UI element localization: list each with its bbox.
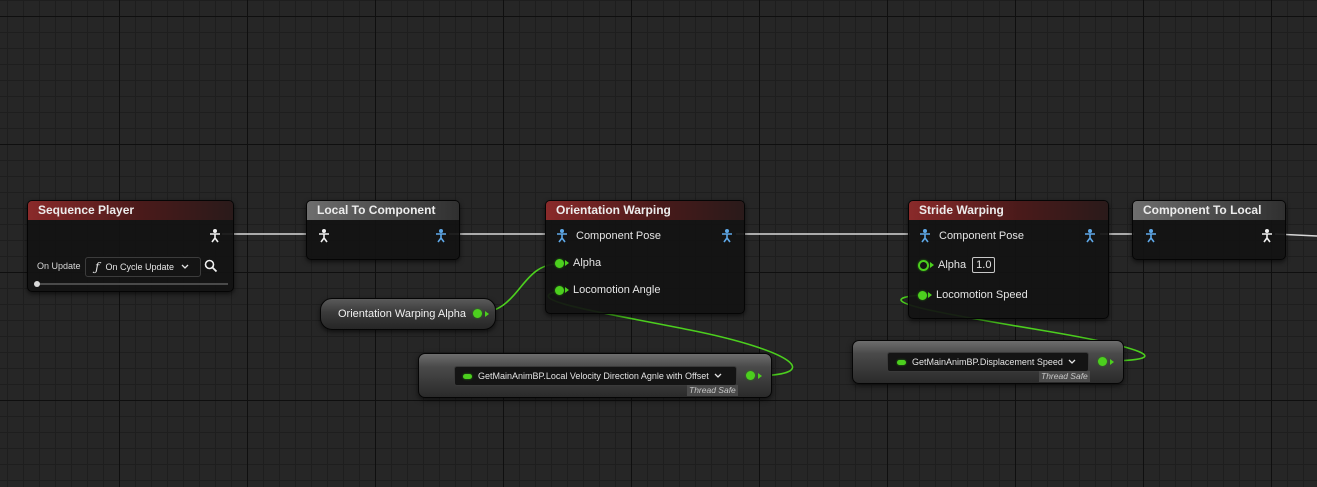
- chevron-down-icon: [1068, 357, 1076, 367]
- pose-input-pin-icon[interactable]: [318, 229, 332, 243]
- pin-label: Alpha: [938, 259, 967, 271]
- component-pose-pin-icon: [919, 229, 933, 243]
- sequence-player-node[interactable]: Sequence Player On Update ƒ On Cycle Upd…: [27, 200, 234, 292]
- function-selector-dropdown[interactable]: GetMainAnimBP.Displacement Speed: [887, 352, 1089, 372]
- orientation-warping-alpha-variable-node[interactable]: Orientation Warping Alpha: [320, 298, 496, 330]
- get-displacement-speed-function-node[interactable]: GetMainAnimBP.Displacement Speed Thread …: [852, 340, 1124, 384]
- on-update-value: On Cycle Update: [105, 262, 174, 272]
- get-velocity-direction-function-node[interactable]: GetMainAnimBP.Local Velocity Direction A…: [418, 353, 772, 398]
- component-to-local-node[interactable]: Component To Local: [1132, 200, 1286, 260]
- function-icon: ƒ: [95, 260, 100, 274]
- on-update-label: On Update: [37, 261, 81, 271]
- chevron-down-icon: [714, 371, 722, 381]
- slider-handle[interactable]: [34, 281, 40, 287]
- component-pose-pin-icon: [556, 229, 570, 243]
- node-title: Local To Component: [307, 201, 459, 220]
- playback-slider[interactable]: [34, 281, 228, 287]
- function-pin-icon: [897, 359, 906, 365]
- float-pin-icon: [555, 285, 564, 295]
- alpha-value-input[interactable]: 1.0: [972, 257, 996, 273]
- component-pose-output-pin-icon[interactable]: [435, 229, 449, 243]
- node-title: Sequence Player: [28, 201, 233, 220]
- float-pin-icon: [918, 290, 927, 300]
- component-pose-input-pin[interactable]: Component Pose: [919, 227, 1024, 245]
- pose-output-pin-icon[interactable]: [209, 229, 223, 243]
- pin-arrow-icon: [485, 311, 489, 317]
- component-pose-output-pin-icon[interactable]: [721, 229, 735, 243]
- function-label: GetMainAnimBP.Displacement Speed: [912, 357, 1063, 367]
- function-label: GetMainAnimBP.Local Velocity Direction A…: [478, 371, 709, 381]
- alpha-input-pin[interactable]: Alpha: [555, 254, 601, 272]
- pin-arrow-icon: [565, 260, 569, 266]
- stride-warping-node[interactable]: Stride Warping Component Pose Alpha 1.0 …: [908, 200, 1109, 319]
- component-pose-output-pin-icon[interactable]: [1084, 229, 1098, 243]
- function-selector-dropdown[interactable]: GetMainAnimBP.Local Velocity Direction A…: [454, 366, 737, 386]
- float-output-pin-icon[interactable]: [1098, 357, 1107, 366]
- float-pin-hollow-icon: [918, 259, 929, 271]
- locomotion-angle-input-pin[interactable]: Locomotion Angle: [555, 281, 660, 299]
- orientation-warping-node[interactable]: Orientation Warping Component Pose Alpha…: [545, 200, 745, 314]
- variable-label: Orientation Warping Alpha: [338, 308, 466, 320]
- pin-label: Component Pose: [576, 230, 661, 242]
- pin-arrow-icon: [565, 287, 569, 293]
- on-update-function-dropdown[interactable]: ƒ On Cycle Update: [85, 257, 201, 277]
- float-output-pin-icon[interactable]: [473, 309, 482, 318]
- pin-arrow-icon: [1110, 359, 1114, 365]
- component-pose-input-pin-icon[interactable]: [1145, 229, 1159, 243]
- pin-arrow-icon: [928, 292, 932, 298]
- float-pin-icon: [555, 258, 564, 268]
- locomotion-speed-input-pin[interactable]: Locomotion Speed: [918, 286, 1028, 304]
- thread-safe-badge: Thread Safe: [1039, 371, 1090, 382]
- node-title: Component To Local: [1133, 201, 1285, 220]
- search-icon[interactable]: [204, 259, 218, 278]
- pin-label: Component Pose: [939, 230, 1024, 242]
- chevron-down-icon: [181, 262, 189, 272]
- alpha-input-pin[interactable]: Alpha 1.0: [918, 256, 996, 274]
- node-title: Stride Warping: [909, 201, 1108, 220]
- pin-arrow-icon: [930, 262, 934, 268]
- pin-label: Alpha: [573, 257, 602, 269]
- pin-label: Locomotion Speed: [936, 289, 1028, 301]
- node-title: Orientation Warping: [546, 201, 744, 220]
- float-output-pin-icon[interactable]: [746, 371, 755, 380]
- local-to-component-node[interactable]: Local To Component: [306, 200, 460, 260]
- thread-safe-badge: Thread Safe: [687, 385, 738, 396]
- pin-label: Locomotion Angle: [573, 284, 661, 296]
- pose-output-pin-icon[interactable]: [1261, 229, 1275, 243]
- pin-arrow-icon: [758, 373, 762, 379]
- component-pose-input-pin[interactable]: Component Pose: [556, 227, 661, 245]
- function-pin-icon: [463, 373, 472, 379]
